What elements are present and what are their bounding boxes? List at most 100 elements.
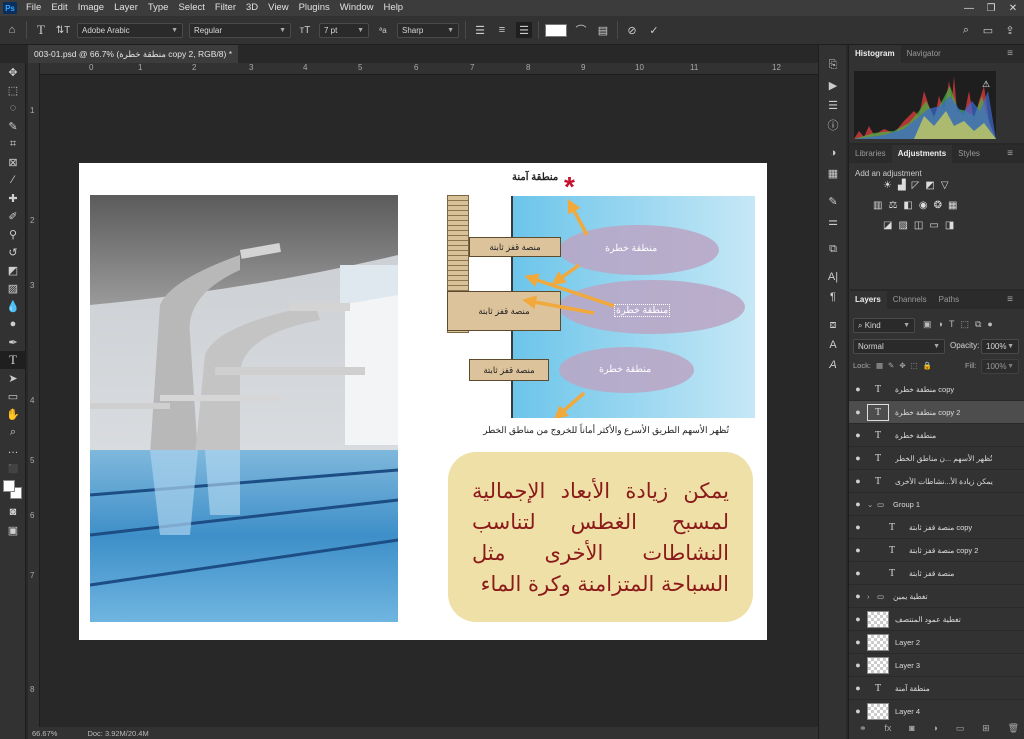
exposure-icon[interactable]: ◩ <box>925 180 934 191</box>
dodge-tool-icon[interactable]: ● <box>0 315 26 333</box>
properties-icon[interactable]: ☰ <box>819 95 847 115</box>
visibility-eye-icon[interactable]: ● <box>849 407 867 417</box>
zoom-tool-icon[interactable]: ⌕ <box>0 423 26 441</box>
workspace-icon[interactable]: ▭ <box>980 22 996 38</box>
tab-navigator[interactable]: Navigator <box>901 45 947 63</box>
panel-menu-icon[interactable]: ≡ <box>1001 291 1019 309</box>
levels-icon[interactable]: ▟ <box>898 180 906 191</box>
cancel-edits-icon[interactable]: ⊘ <box>624 22 640 38</box>
swatches-icon[interactable]: ▦ <box>819 163 847 183</box>
visibility-eye-icon[interactable]: ● <box>849 660 867 670</box>
visibility-eye-icon[interactable]: ● <box>849 568 867 578</box>
curves-icon[interactable]: ◸ <box>912 180 920 191</box>
move-tool-icon[interactable]: ✥ <box>0 63 26 81</box>
lock-position-icon[interactable]: ✥ <box>899 361 905 370</box>
gradient-map-icon[interactable]: ▭ <box>929 220 938 231</box>
quick-select-tool-icon[interactable]: ✎ <box>0 117 26 135</box>
layer-row[interactable]: ● Layer 2 <box>849 631 1024 654</box>
brush-settings-icon[interactable]: ⚌ <box>819 211 847 231</box>
paragraph-icon[interactable]: ¶ <box>819 287 847 307</box>
vibrance-icon[interactable]: ▽ <box>941 180 949 191</box>
color-swatches[interactable] <box>0 477 26 503</box>
document-tab[interactable]: 003-01.psd @ 66.7% (منطقة خطرة copy 2, R… <box>28 45 238 77</box>
panel-menu-icon[interactable]: ≡ <box>1001 45 1019 63</box>
layer-filter-kind[interactable]: ⌕ Kind ▼ <box>853 318 915 333</box>
marquee-tool-icon[interactable]: ⬚ <box>0 81 26 99</box>
lock-image-icon[interactable]: ✎ <box>888 361 894 370</box>
layer-row[interactable]: ● T تُظهر الأسهم ...ن مناطق الخطر <box>849 447 1024 470</box>
search-icon[interactable]: ⌕ <box>958 22 974 38</box>
add-mask-icon[interactable]: ◙ <box>909 723 914 734</box>
visibility-eye-icon[interactable]: ● <box>849 430 867 440</box>
actions-play-icon[interactable]: ▶ <box>819 75 847 95</box>
new-layer-icon[interactable]: ⊞ <box>982 723 990 734</box>
selective-color-icon[interactable]: ◨ <box>945 220 954 231</box>
visibility-eye-icon[interactable]: ● <box>849 499 867 509</box>
hand-tool-icon[interactable]: ✋ <box>0 405 26 423</box>
menu-plugins[interactable]: Plugins <box>294 0 335 16</box>
text-tool-preset-icon[interactable]: T <box>33 22 49 38</box>
healing-brush-tool-icon[interactable]: ✚ <box>0 189 26 207</box>
pen-tool-icon[interactable]: ✒ <box>0 333 26 351</box>
close-window-icon[interactable]: ✕ <box>1002 0 1024 16</box>
layer-row[interactable]: ● Layer 3 <box>849 654 1024 677</box>
brightness-icon[interactable]: ☀ <box>883 180 892 191</box>
foreground-color-swatch[interactable] <box>3 480 15 492</box>
visibility-eye-icon[interactable]: ● <box>849 591 867 601</box>
layer-row[interactable]: ● تغطية عمود المنتصف <box>849 608 1024 631</box>
text-color-swatch[interactable] <box>545 23 567 37</box>
home-icon[interactable]: ⌂ <box>4 22 20 38</box>
channel-mixer-icon[interactable]: ❂ <box>934 200 942 211</box>
toggle-text-orientation-icon[interactable]: ⇅T <box>55 22 71 38</box>
tab-channels[interactable]: Channels <box>887 291 933 309</box>
screen-mode-icon[interactable]: ▣ <box>0 521 26 539</box>
tab-adjustments[interactable]: Adjustments <box>891 145 953 163</box>
tab-libraries[interactable]: Libraries <box>849 145 892 163</box>
delete-layer-icon[interactable]: 🗑 <box>1008 723 1019 734</box>
character-panel-icon[interactable]: ▤ <box>595 22 611 38</box>
type-tool-icon[interactable]: T <box>0 351 26 369</box>
maximize-icon[interactable]: ❐ <box>980 0 1002 16</box>
layer-row[interactable]: ● T منطقة خطرة <box>849 424 1024 447</box>
align-right-icon[interactable]: ☰ <box>516 22 532 38</box>
align-center-icon[interactable]: ≡ <box>494 22 510 38</box>
black-white-icon[interactable]: ◧ <box>903 200 912 211</box>
visibility-eye-icon[interactable]: ● <box>849 545 867 555</box>
layer-row[interactable]: ● T منطقة خطرة copy 2 <box>849 401 1024 424</box>
gradient-tool-icon[interactable]: ▨ <box>0 279 26 297</box>
chevron-right-icon[interactable]: › <box>867 592 877 601</box>
glyphs-icon[interactable]: A <box>819 355 847 375</box>
commit-edits-icon[interactable]: ✓ <box>646 22 662 38</box>
blur-tool-icon[interactable]: 💧 <box>0 297 26 315</box>
menu-help[interactable]: Help <box>379 0 409 16</box>
new-group-icon[interactable]: ▭ <box>956 723 965 734</box>
frame-tool-icon[interactable]: ⊠ <box>0 153 26 171</box>
menu-layer[interactable]: Layer <box>109 0 143 16</box>
character-icon[interactable]: A| <box>819 267 847 287</box>
color-icon[interactable]: ◑ <box>819 143 847 163</box>
history-brush-tool-icon[interactable]: ↺ <box>0 243 26 261</box>
fill-input[interactable]: 100% ▼ <box>981 359 1019 374</box>
visibility-eye-icon[interactable]: ● <box>849 384 867 394</box>
info-icon[interactable]: ⓘ <box>819 115 847 135</box>
menu-filter[interactable]: Filter <box>210 0 241 16</box>
color-lookup-icon[interactable]: ▦ <box>948 200 957 211</box>
opacity-input[interactable]: 100% ▼ <box>981 339 1019 354</box>
tab-layers[interactable]: Layers <box>849 291 887 309</box>
shape-filter-icon[interactable]: ⬚ <box>960 319 969 330</box>
lock-artboard-icon[interactable]: ⬚ <box>911 361 918 370</box>
menu-file[interactable]: File <box>21 0 46 16</box>
layer-row[interactable]: ● T منطقة آمنة <box>849 677 1024 700</box>
character-styles-icon[interactable]: A <box>819 335 847 355</box>
visibility-eye-icon[interactable]: ● <box>849 522 867 532</box>
crop-tool-icon[interactable]: ⌗ <box>0 135 26 153</box>
clone-source-icon[interactable]: ⧉ <box>819 239 847 259</box>
zoom-level[interactable]: 66.67% <box>32 729 57 738</box>
chevron-down-icon[interactable]: ⌄ <box>867 500 877 509</box>
threshold-icon[interactable]: ◫ <box>914 220 923 231</box>
layer-comps-icon[interactable]: ⧈ <box>819 315 847 335</box>
eyedropper-tool-icon[interactable]: ⁄ <box>0 171 26 189</box>
menu-window[interactable]: Window <box>335 0 379 16</box>
tab-histogram[interactable]: Histogram <box>849 45 901 63</box>
new-adjustment-icon[interactable]: ◑ <box>933 723 938 734</box>
